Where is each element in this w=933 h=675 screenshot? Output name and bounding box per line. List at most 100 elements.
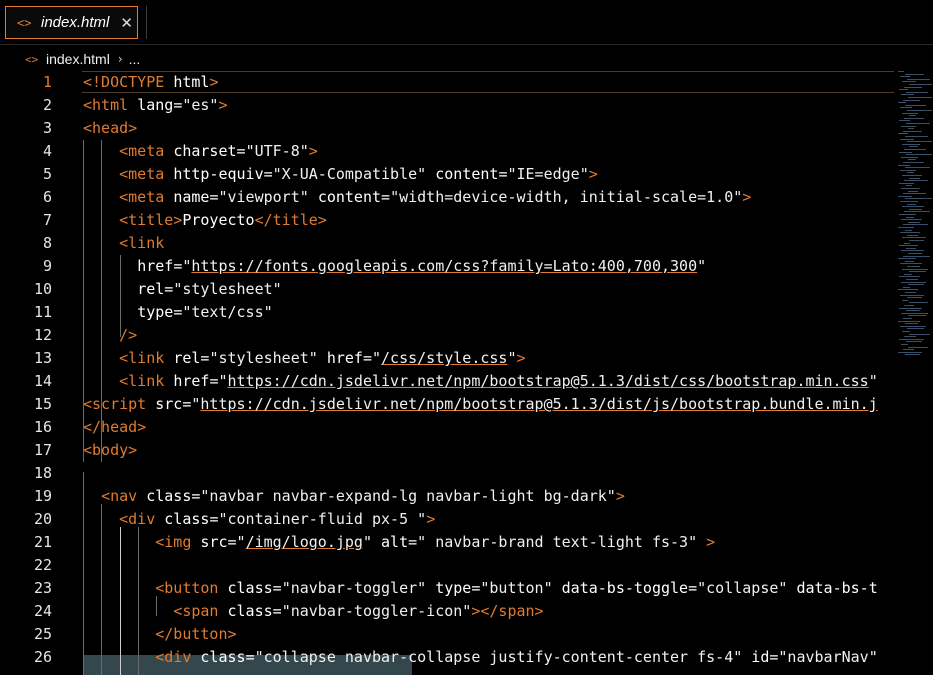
line-number: 12: [33, 326, 52, 344]
code-token: alt: [381, 533, 409, 551]
code-content: <div class="collapse navbar-collapse jus…: [83, 646, 878, 669]
code-token: https://cdn.jsdelivr.net/npm/bootstrap@5…: [200, 395, 878, 413]
code-line[interactable]: 23 <button class="navbar-toggler" type="…: [0, 577, 933, 600]
code-token: class: [164, 510, 210, 528]
code-line[interactable]: 8 <link: [0, 232, 933, 255]
code-line[interactable]: 26 <div class="collapse navbar-collapse …: [0, 646, 933, 669]
code-token: <img: [155, 533, 201, 551]
code-token: html: [173, 73, 210, 91]
code-token: "stylesheet": [173, 280, 282, 298]
line-number: 14: [33, 372, 52, 390]
code-line[interactable]: 16 </head>: [0, 416, 933, 439]
code-token: "collapse navbar-collapse justify-conten…: [254, 648, 743, 666]
code-token: =: [227, 533, 237, 551]
code-token: =: [236, 142, 246, 160]
code-line[interactable]: 6 <meta name="viewport" content="width=d…: [0, 186, 933, 209]
code-token: type: [137, 303, 174, 321]
line-number: 1: [42, 73, 52, 91]
indent-guide: [83, 472, 84, 675]
code-content: <meta name="viewport" content="width=dev…: [83, 186, 751, 209]
line-number: 15: [33, 395, 52, 413]
code-content: <script src="https://cdn.jsdelivr.net/np…: [83, 393, 878, 416]
code-line[interactable]: 13 <link rel="stylesheet" href="/css/sty…: [0, 347, 933, 370]
code-token: ></span>: [471, 602, 544, 620]
indent-guide: [101, 504, 102, 675]
line-number: 6: [42, 188, 52, 206]
code-line[interactable]: 7 <title>Proyecto</title>: [0, 209, 933, 232]
code-line[interactable]: 4 <meta charset="UTF-8">: [0, 140, 933, 163]
code-line[interactable]: 15 <script src="https://cdn.jsdelivr.net/…: [0, 393, 933, 416]
code-line[interactable]: 12 />: [0, 324, 933, 347]
code-token: >: [426, 510, 436, 528]
code-token: </head>: [83, 418, 147, 436]
code-content: <link rel="stylesheet" href="/css/style.…: [83, 347, 526, 370]
code-token: /css/style.css: [381, 349, 508, 367]
indent-guide: [120, 527, 121, 675]
code-content: />: [83, 324, 137, 347]
code-token: "navbar navbar-expand-lg navbar-light bg…: [200, 487, 616, 505]
code-line[interactable]: 20 <div class="container-fluid px-5 ">: [0, 508, 933, 531]
code-token: "text/css": [182, 303, 273, 321]
code-token: >: [516, 349, 526, 367]
indent-guide: [101, 140, 102, 462]
code-token: "UTF-8": [245, 142, 309, 160]
breadcrumb-file[interactable]: index.html: [46, 51, 110, 67]
code-line[interactable]: 10 rel="stylesheet": [0, 278, 933, 301]
code-content: href= "https://fonts.googleapis.com/css?f…: [83, 255, 706, 278]
line-number: 22: [33, 556, 52, 574]
code-line[interactable]: 2 <html lang="es">: [0, 94, 933, 117]
code-line[interactable]: 1 <!DOCTYPE html>: [0, 71, 933, 94]
breadcrumb-symbol[interactable]: ...: [129, 51, 141, 67]
code-line[interactable]: 9 href= "https://fonts.googleapis.com/css…: [0, 255, 933, 278]
code-token: <meta: [119, 165, 174, 183]
code-token: lang: [137, 96, 174, 114]
code-line[interactable]: 14 <link href="https://cdn.jsdelivr.net/…: [0, 370, 933, 393]
breadcrumb: <> index.html › ...: [0, 46, 933, 72]
code-token: https://fonts.googleapis.com/css?family=…: [191, 257, 698, 275]
line-number: 20: [33, 510, 52, 528]
code-line[interactable]: 22: [0, 554, 933, 577]
code-token: content: [435, 165, 499, 183]
code-line[interactable]: 21 <img src="/img/logo.jpg" alt=" navbar…: [0, 531, 933, 554]
line-number: 18: [33, 464, 52, 482]
code-line[interactable]: 25 </button>: [0, 623, 933, 646]
code-token: "container-fluid px-5 ": [218, 510, 427, 528]
code-token: "navbarNav": [778, 648, 878, 666]
code-editor[interactable]: 1 <!DOCTYPE html> 2 <html lang="es"> 3 <head>…: [0, 71, 933, 675]
tab-bar: <> index.html ✕: [0, 0, 933, 45]
code-token: ": [868, 372, 878, 390]
code-token: ": [236, 533, 246, 551]
code-token: ": [697, 257, 707, 275]
code-token: "es": [182, 96, 219, 114]
code-token: <body>: [83, 441, 138, 459]
code-content: <meta http-equiv="X-UA-Compatible" conte…: [83, 163, 598, 186]
code-token: "navbar-toggler": [281, 579, 427, 597]
line-number: 13: [33, 349, 52, 367]
indent-guide: [156, 596, 157, 616]
code-token: ": [507, 349, 517, 367]
code-line[interactable]: 17 <body>: [0, 439, 933, 462]
close-icon[interactable]: ✕: [120, 14, 133, 32]
code-line[interactable]: 24 <span class="navbar-toggler-icon"></s…: [0, 600, 933, 623]
line-number: 2: [42, 96, 52, 114]
code-token: name: [173, 188, 210, 206]
code-line[interactable]: 18: [0, 462, 933, 485]
code-line[interactable]: 11 type="text/css": [0, 301, 933, 324]
code-token: =: [173, 96, 183, 114]
code-token: >: [209, 73, 219, 91]
tab-index-html[interactable]: <> index.html ✕: [5, 6, 138, 39]
code-token: class: [227, 602, 273, 620]
code-token: http-equiv: [173, 165, 264, 183]
code-line[interactable]: 19 <nav class="navbar navbar-expand-lg n…: [0, 485, 933, 508]
code-token: src: [155, 395, 183, 413]
line-number: 10: [33, 280, 52, 298]
code-token: "viewport": [218, 188, 309, 206]
code-token: charset: [173, 142, 237, 160]
code-line[interactable]: 5 <meta http-equiv="X-UA-Compatible" con…: [0, 163, 933, 186]
code-token: =: [272, 602, 282, 620]
code-token: =: [272, 579, 282, 597]
code-line[interactable]: 3 <head>: [0, 117, 933, 140]
